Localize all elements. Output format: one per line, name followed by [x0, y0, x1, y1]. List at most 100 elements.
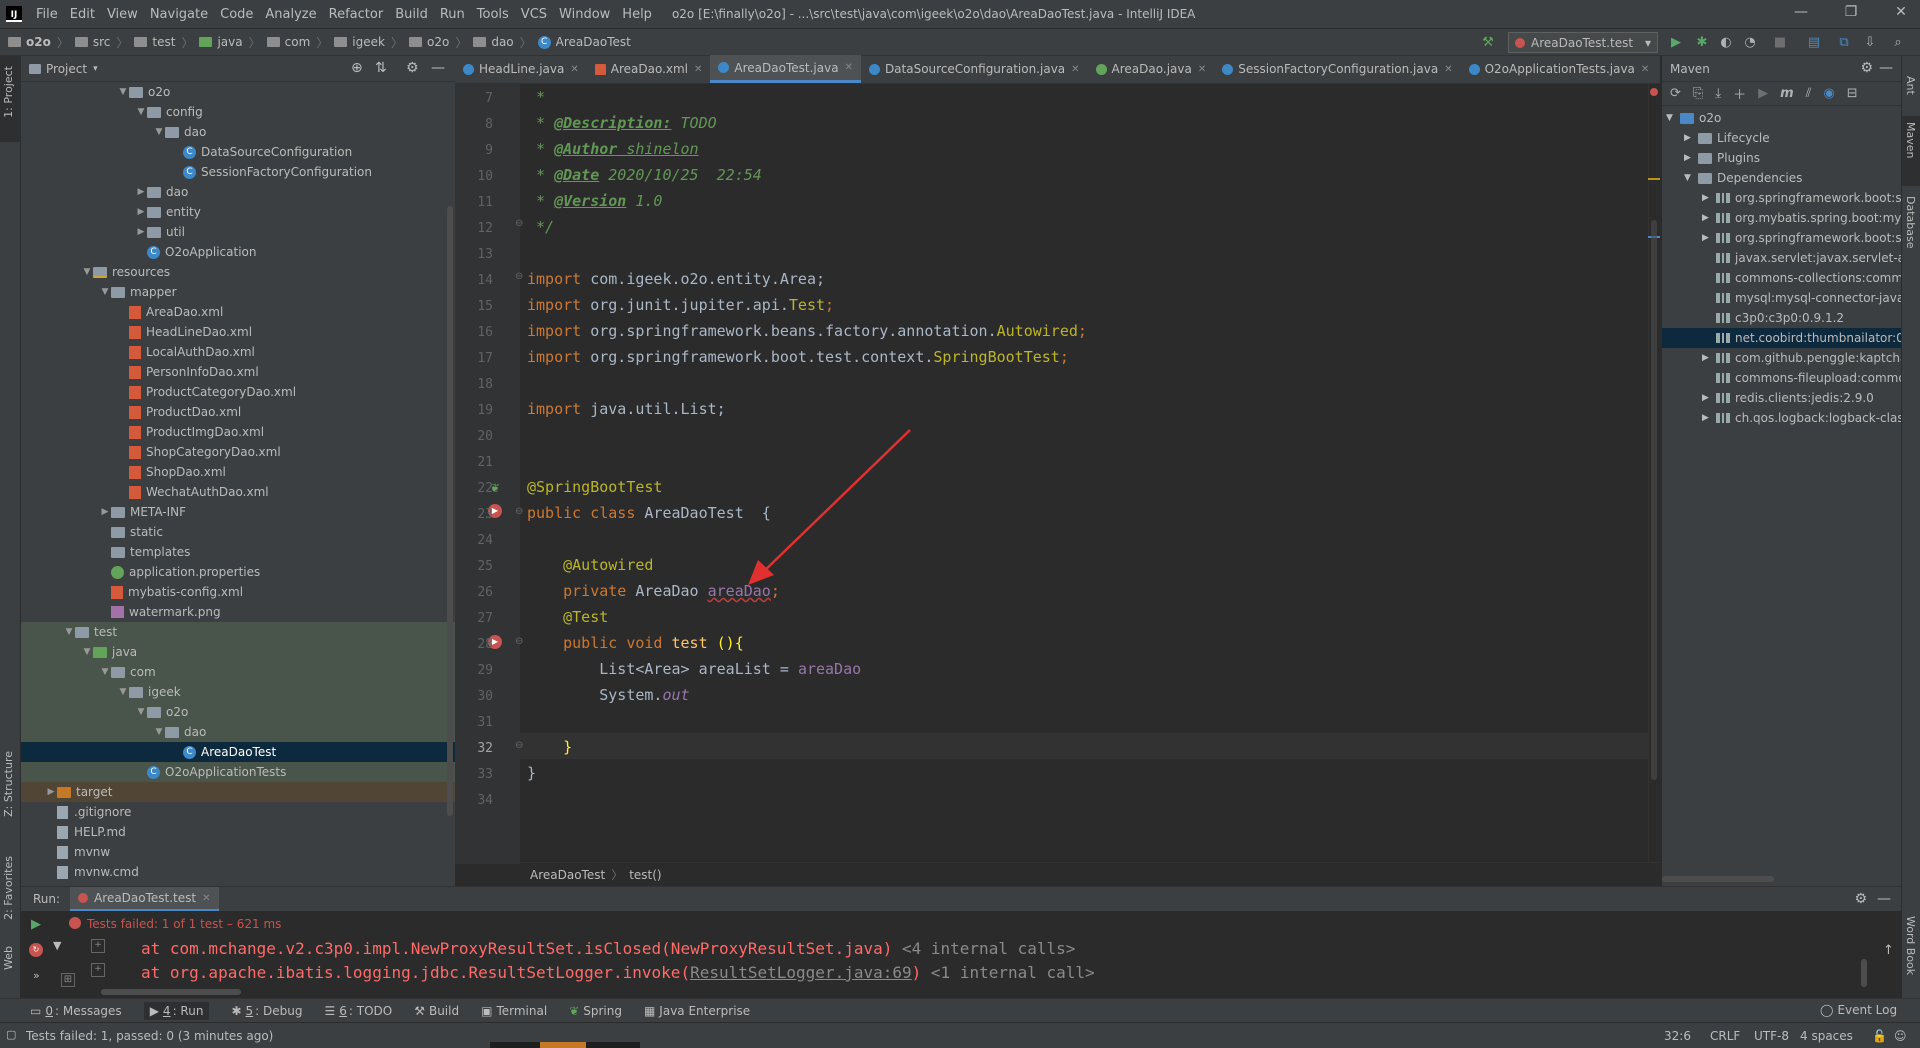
console-hscrollbar[interactable]	[101, 989, 241, 995]
wordbook-tool-tab[interactable]: Word Book	[1904, 916, 1917, 975]
chevron-right-icon[interactable]: ▶	[1702, 233, 1716, 243]
chevron-right-icon[interactable]: ▶	[45, 787, 57, 797]
tree-item[interactable]: templates	[21, 542, 455, 562]
tree-item[interactable]: ▶ dao	[21, 182, 455, 202]
tree-item[interactable]: watermark.png	[21, 602, 455, 622]
tree-item[interactable]: ▼ dao	[21, 122, 455, 142]
coverage-icon[interactable]: ◐	[1718, 35, 1734, 51]
tab-areadao-java[interactable]: AreaDao.java ✕	[1088, 55, 1215, 83]
console-scrollbar[interactable]	[1861, 959, 1867, 987]
web-tool-tab[interactable]: Web	[2, 946, 15, 970]
fold-icon[interactable]: +	[91, 963, 105, 977]
maven-tree-item[interactable]: ▶ org.springframework.boot:spring	[1662, 228, 1902, 248]
tree-item[interactable]: C SessionFactoryConfiguration	[21, 162, 455, 182]
close-icon[interactable]: ✕	[202, 893, 210, 904]
update-icon[interactable]: ⇩	[1862, 35, 1878, 51]
tree-item[interactable]: ▼ com	[21, 662, 455, 682]
chevron-down-icon[interactable]: ▼	[81, 267, 93, 277]
maven-tree-item[interactable]: ▼ Dependencies	[1662, 168, 1902, 188]
tree-item[interactable]: ▼ config	[21, 102, 455, 122]
menu-tools[interactable]: Tools	[471, 7, 515, 22]
maven-tree-item[interactable]: ▶ org.mybatis.spring.boot:mybatis	[1662, 208, 1902, 228]
skip-tests-icon[interactable]: ◉	[1823, 86, 1834, 101]
tree-item[interactable]: C AreaDaoTest	[21, 742, 455, 762]
run-configuration-select[interactable]: AreaDaoTest.test ▾	[1508, 32, 1658, 53]
maven-tree-item[interactable]: ▶ org.springframework.boot:spring	[1662, 188, 1902, 208]
toggle-offline-icon[interactable]: ⫽	[1806, 86, 1812, 101]
tree-item[interactable]: HELP.md	[21, 822, 455, 842]
messages-tool-button[interactable]: ▭ 0: Messages	[30, 1004, 122, 1018]
menu-code[interactable]: Code	[214, 7, 259, 22]
close-icon[interactable]: ✕	[1641, 64, 1649, 75]
fold-icon[interactable]: ⊖	[515, 740, 523, 751]
gear-icon[interactable]: ⚙	[1854, 891, 1867, 907]
tree-item[interactable]: ▶ entity	[21, 202, 455, 222]
close-window-icon[interactable]: ✕	[1886, 4, 1916, 20]
status-toggle-icon[interactable]: ▢	[6, 1028, 16, 1041]
ant-tool-tab[interactable]: Ant	[1904, 76, 1917, 95]
chevron-down-icon[interactable]: ▼	[153, 127, 165, 137]
chevron-right-icon[interactable]: ▶	[135, 187, 147, 197]
tree-item[interactable]: ▼ o2o	[21, 82, 455, 102]
lock-icon[interactable]: 🔓	[1872, 1029, 1887, 1043]
rerun-failed-icon[interactable]: ↻	[29, 943, 43, 957]
crumb-igeek[interactable]: igeek	[352, 35, 385, 49]
tree-item[interactable]: ▶ util	[21, 222, 455, 242]
terminal-tool-button[interactable]: ▣ Terminal	[481, 1004, 547, 1018]
caret-position[interactable]: 32:6	[1664, 1029, 1691, 1043]
tree-item[interactable]: ▼ dao	[21, 722, 455, 742]
warning-mark[interactable]	[1648, 178, 1660, 180]
structure-tool-tab[interactable]: Z: Structure	[2, 751, 15, 817]
chevron-right-icon[interactable]: ▶	[1702, 193, 1716, 203]
tree-item[interactable]: ShopDao.xml	[21, 462, 455, 482]
tree-item[interactable]: ▶ META-INF	[21, 502, 455, 522]
crumb-o2o[interactable]: o2o	[26, 35, 51, 49]
inspector-icon[interactable]: ☺	[1894, 1029, 1907, 1043]
chevron-right-icon[interactable]: ▶	[1684, 153, 1698, 163]
crumb-areadaotest[interactable]: AreaDaoTest	[556, 35, 631, 49]
favorites-tool-tab[interactable]: 2: Favorites	[2, 856, 15, 920]
tree-item[interactable]: ProductImgDao.xml	[21, 422, 455, 442]
hide-icon[interactable]: —	[1879, 60, 1893, 76]
chevron-down-icon[interactable]: ▼	[99, 287, 111, 297]
menu-help[interactable]: Help	[616, 7, 658, 22]
error-indicator-icon[interactable]	[1650, 88, 1658, 96]
generate-sources-icon[interactable]: ⎘	[1693, 86, 1703, 101]
maven-tree-item[interactable]: c3p0:c3p0:0.9.1.2	[1662, 308, 1902, 328]
locate-icon[interactable]: ⊕	[351, 60, 363, 76]
chevron-down-icon[interactable]: ▼	[1684, 173, 1698, 183]
maven-hscrollbar[interactable]	[1662, 876, 1774, 882]
chevron-down-icon[interactable]: ▼	[81, 647, 93, 657]
chevron-down-icon[interactable]: ▼	[117, 687, 129, 697]
run-icon[interactable]: ▶	[1668, 35, 1684, 51]
tab-headline-java[interactable]: HeadLine.java ✕	[455, 55, 587, 83]
run-tab[interactable]: AreaDaoTest.test ✕	[70, 887, 219, 911]
tree-item[interactable]: ▼ o2o	[21, 702, 455, 722]
close-icon[interactable]: ✕	[1071, 64, 1079, 75]
scroll-up-icon[interactable]: ↑	[1883, 943, 1894, 958]
menu-refactor[interactable]: Refactor	[323, 7, 390, 22]
menu-navigate[interactable]: Navigate	[144, 7, 214, 22]
project-tool-tab[interactable]: 1: Project	[2, 66, 15, 118]
rerun-icon[interactable]: ▶	[31, 917, 41, 932]
maven-tree-item[interactable]: ▶ ch.qos.logback:logback-classic	[1662, 408, 1902, 428]
translate-icon[interactable]: ⧉	[1836, 35, 1852, 51]
tree-item[interactable]: ▼ resources	[21, 262, 455, 282]
hide-icon[interactable]: —	[1877, 891, 1891, 907]
chevron-down-icon[interactable]: ▼	[1666, 113, 1680, 123]
chevron-down-icon[interactable]: ▼	[117, 87, 129, 97]
add-icon[interactable]: ＋	[1733, 84, 1746, 103]
download-icon[interactable]: ⤓	[1715, 86, 1721, 101]
status-message[interactable]: Tests failed: 1, passed: 0 (3 minutes ag…	[26, 1029, 273, 1043]
close-icon[interactable]: ✕	[570, 64, 578, 75]
menu-build[interactable]: Build	[389, 7, 434, 22]
crumb-com[interactable]: com	[285, 35, 311, 49]
fold-icon[interactable]: ⊖	[515, 218, 523, 229]
maven-tree-item[interactable]: ▶ Lifecycle	[1662, 128, 1902, 148]
chevron-down-icon[interactable]: ▼	[153, 727, 165, 737]
crumb-src[interactable]: src	[93, 35, 111, 49]
line-separator[interactable]: CRLF	[1710, 1029, 1740, 1043]
chevron-right-icon[interactable]: ▶	[1702, 393, 1716, 403]
tree-item[interactable]: mybatis-config.xml	[21, 582, 455, 602]
profile-icon[interactable]: ◔	[1742, 35, 1758, 51]
